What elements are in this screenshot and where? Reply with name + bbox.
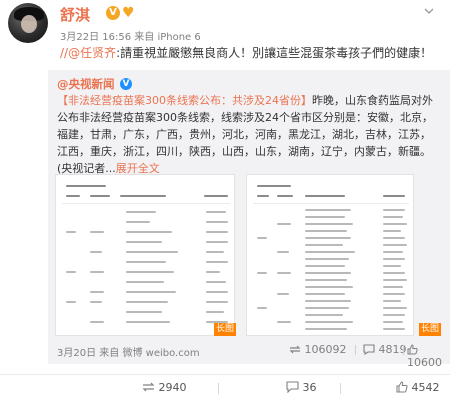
repost-text: 【非法经营疫苗案300条线索公布：共涉及24省份】昨晚，山东食药监局对外公布非法…	[57, 92, 441, 177]
verified-badge: V	[120, 78, 132, 90]
comment-icon	[363, 344, 375, 355]
repost-headline[interactable]: 【非法经营疫苗案300条线索公布：共涉及24省份】	[57, 94, 312, 107]
repost-source[interactable]: 来自 微博 weibo.com	[99, 348, 199, 359]
repost-author-name[interactable]: @央视新闻	[57, 76, 115, 92]
long-image-2[interactable]	[246, 174, 414, 336]
thumbs-up-icon	[396, 381, 408, 393]
post-text-content: :請重視並嚴懲無良商人！別讓這些混蛋茶毒孩子們的健康！	[116, 46, 433, 60]
repost-icon	[142, 382, 155, 392]
long-image-1[interactable]	[55, 174, 235, 336]
repost-footer: 3月20日 来自 微博 weibo.com 106092 4819 10600	[57, 340, 443, 369]
post-meta: 3月22日 16:56 来自 iPhone 6	[60, 32, 201, 43]
reposts-count: 2940	[158, 381, 187, 394]
repost-comments-stat[interactable]: 4819	[363, 343, 407, 356]
heart-badge-icon: ♥	[122, 5, 135, 21]
repost-likes-stat[interactable]: 10600	[407, 343, 443, 369]
repost-likes-count: 10600	[407, 356, 442, 369]
likes-count: 4542	[411, 381, 440, 394]
thumbs-up-icon	[407, 344, 418, 355]
repost-reposts-stat[interactable]: 106092	[289, 343, 347, 356]
chevron-down-icon[interactable]	[424, 6, 434, 16]
repost-date-text[interactable]: 3月20日	[57, 348, 96, 359]
post-footer: 2940 36 4542	[0, 374, 450, 401]
comments-count: 36	[302, 381, 317, 394]
avatar[interactable]	[8, 3, 48, 43]
comment-icon	[286, 381, 299, 393]
repost-icon	[289, 345, 301, 354]
vip-badge: V	[106, 6, 120, 20]
post-text: //@任贤齐:請重視並嚴懲無良商人！別讓這些混蛋茶毒孩子們的健康！	[60, 45, 432, 61]
post-author-name[interactable]: 舒淇	[60, 4, 90, 25]
likes-button[interactable]: 4542	[396, 381, 440, 394]
repost-date: 3月20日 来自 微博 weibo.com	[57, 344, 200, 359]
mention-link[interactable]: //@任贤齐	[60, 46, 116, 60]
comments-button[interactable]: 36	[286, 381, 317, 394]
long-image-badge: 长图	[419, 323, 441, 336]
repost-reposts-count: 106092	[304, 343, 347, 356]
long-image-badge: 长图	[214, 323, 236, 336]
reposts-button[interactable]: 2940	[142, 381, 187, 394]
reposted-card[interactable]: @央视新闻 V 【非法经营疫苗案300条线索公布：共涉及24省份】昨晚，山东食药…	[48, 70, 450, 369]
